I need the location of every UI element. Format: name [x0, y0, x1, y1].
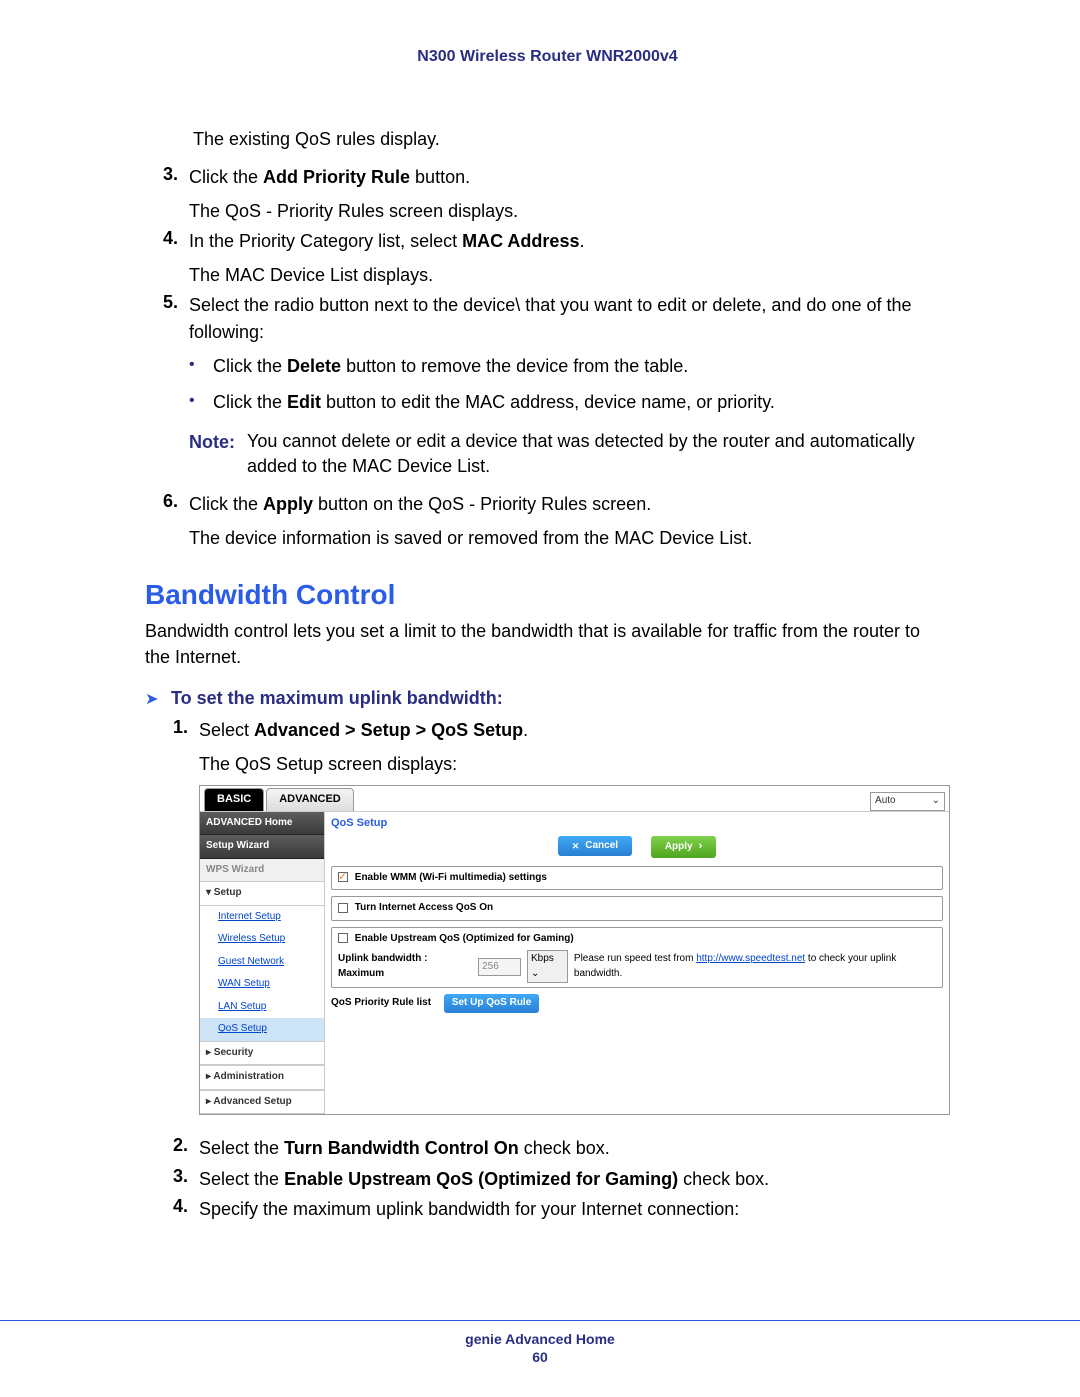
t-step1-num: 1.	[173, 717, 199, 1132]
task-title: To set the maximum uplink bandwidth:	[171, 688, 503, 709]
t-step3-num: 3.	[173, 1166, 199, 1192]
label-enable-upstream: Enable Upstream QoS (Optimized for Gamin…	[355, 933, 574, 944]
apply-button[interactable]: Apply	[651, 836, 716, 858]
section-heading-bandwidth: Bandwidth Control	[145, 579, 950, 611]
footer-page-number: 60	[0, 1349, 1080, 1365]
chevron-down-icon: ⌄	[932, 794, 940, 809]
nav-setup-wizard[interactable]: Setup Wizard	[200, 835, 324, 859]
t-step2-body: Select the Turn Bandwidth Control On che…	[199, 1135, 950, 1161]
label-enable-wmm: Enable WMM (Wi-Fi multimedia) settings	[355, 872, 547, 883]
nav-administration[interactable]: ▸ Administration	[200, 1065, 324, 1090]
nav-qos-setup[interactable]: QoS Setup	[200, 1018, 324, 1041]
nav-guest-network[interactable]: Guest Network	[200, 951, 324, 974]
step-6-body: Click the Apply button on the QoS - Prio…	[189, 491, 950, 551]
uplink-label: Uplink bandwidth : Maximum	[338, 952, 472, 981]
qos-setup-screenshot: BASIC ADVANCED Auto⌄ ADVANCED Home Setup…	[199, 785, 950, 1115]
page-footer: genie Advanced Home 60	[0, 1320, 1080, 1365]
nav-advanced-setup[interactable]: ▸ Advanced Setup	[200, 1090, 324, 1115]
nav-lan-setup[interactable]: LAN Setup	[200, 996, 324, 1019]
tab-advanced[interactable]: ADVANCED	[266, 788, 354, 811]
sidebar-nav: ADVANCED Home Setup Wizard WPS Wizard ▾ …	[200, 812, 325, 1115]
auto-refresh-select[interactable]: Auto⌄	[870, 792, 945, 811]
step-4-num: 4.	[163, 228, 189, 288]
nav-advanced-home[interactable]: ADVANCED Home	[200, 812, 324, 836]
tab-basic[interactable]: BASIC	[204, 788, 264, 811]
step-5-body: Select the radio button next to the devi…	[189, 292, 950, 487]
step-3-num: 3.	[163, 164, 189, 224]
checkbox-turn-qos-on[interactable]	[338, 903, 348, 913]
cancel-button[interactable]: Cancel	[558, 836, 632, 857]
doc-header: N300 Wireless Router WNR2000v4	[145, 48, 950, 66]
speedtest-link[interactable]: http://www.speedtest.net	[696, 953, 805, 964]
uplink-bandwidth-input[interactable]: 256	[478, 958, 521, 977]
t-step3-body: Select the Enable Upstream QoS (Optimize…	[199, 1166, 950, 1192]
t-step4-body: Specify the maximum uplink bandwidth for…	[199, 1196, 950, 1222]
step-6-num: 6.	[163, 491, 189, 551]
uplink-unit-select[interactable]: Kbps ⌄	[527, 950, 568, 983]
bullet-icon: •	[189, 353, 213, 379]
t-step1-body: Select Advanced > Setup > QoS Setup. The…	[199, 717, 950, 1132]
bullet-icon: •	[189, 389, 213, 415]
footer-title: genie Advanced Home	[0, 1331, 1080, 1347]
step-4-body: In the Priority Category list, select MA…	[189, 228, 950, 288]
nav-wps-wizard[interactable]: WPS Wizard	[200, 859, 324, 882]
setup-qos-rule-button[interactable]: Set Up QoS Rule	[444, 994, 539, 1013]
rule-list-label: QoS Priority Rule list	[331, 997, 431, 1008]
panel-title: QoS Setup	[331, 816, 943, 832]
section-intro: Bandwidth control lets you set a limit t…	[145, 619, 950, 669]
nav-internet-setup[interactable]: Internet Setup	[200, 906, 324, 929]
note-label: Note:	[189, 429, 247, 479]
t-step2-num: 2.	[173, 1135, 199, 1161]
step-5-num: 5.	[163, 292, 189, 487]
nav-wireless-setup[interactable]: Wireless Setup	[200, 928, 324, 951]
nav-wan-setup[interactable]: WAN Setup	[200, 973, 324, 996]
step-3-body: Click the Add Priority Rule button. The …	[189, 164, 950, 224]
checkbox-enable-wmm[interactable]	[338, 872, 348, 882]
task-arrow-icon: ➤	[145, 689, 171, 709]
checkbox-enable-upstream[interactable]	[338, 933, 348, 943]
label-turn-qos-on: Turn Internet Access QoS On	[355, 902, 493, 913]
note-body: You cannot delete or edit a device that …	[247, 429, 950, 479]
speedtest-note: Please run speed test from http://www.sp…	[574, 952, 936, 981]
nav-setup[interactable]: ▾ Setup	[200, 881, 324, 906]
intro-pre: The existing QoS rules display.	[193, 126, 950, 152]
nav-security[interactable]: ▸ Security	[200, 1041, 324, 1066]
t-step4-num: 4.	[173, 1196, 199, 1222]
